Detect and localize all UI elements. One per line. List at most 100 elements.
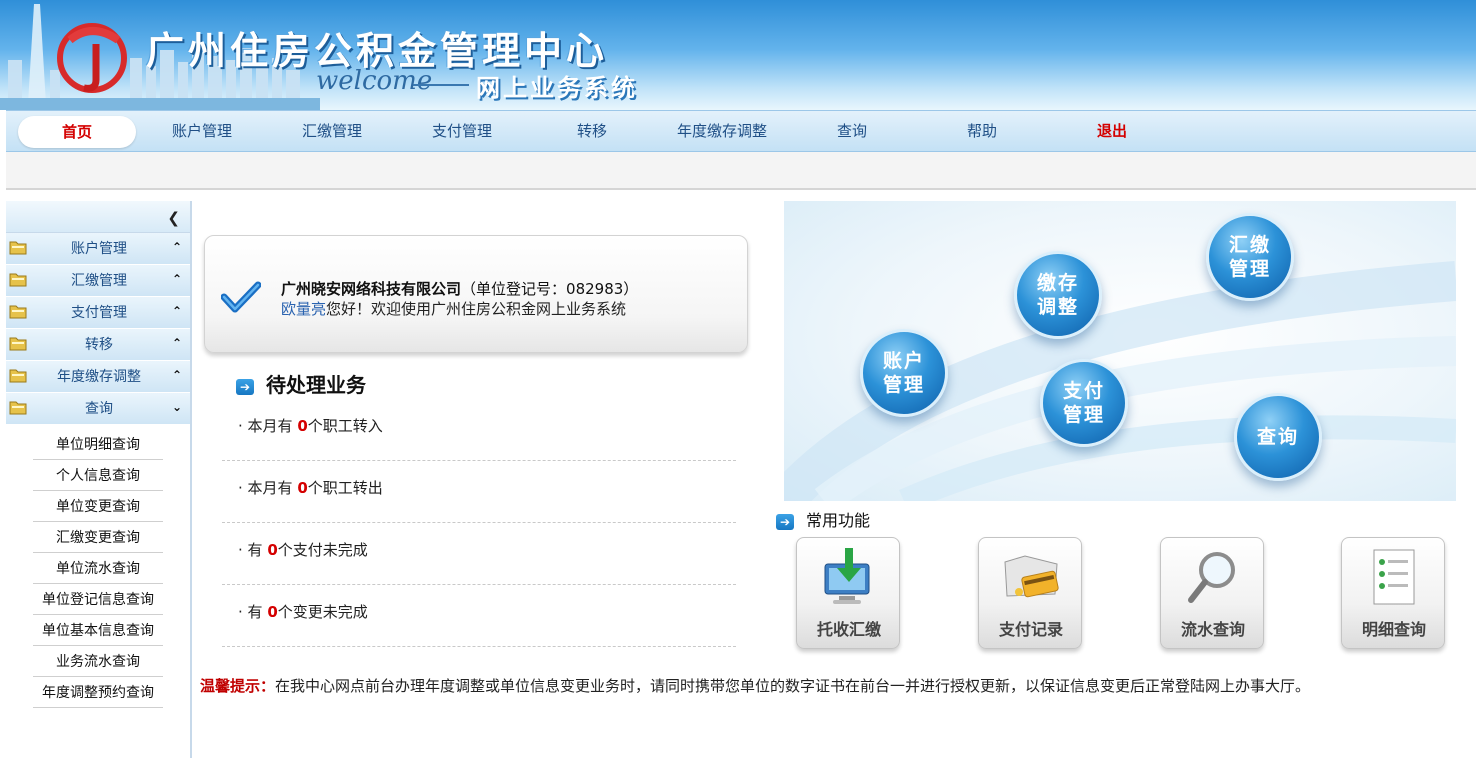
common-functions-title: ➔ 常用功能: [776, 507, 870, 531]
pending-title-text: 待处理业务: [266, 373, 366, 397]
banner-divider: [413, 84, 469, 86]
sidebar-item-personal-info-query[interactable]: 个人信息查询: [33, 460, 163, 491]
checklist-icon: [1373, 549, 1415, 605]
company-name: 广州晓安网络科技有限公司: [281, 280, 462, 298]
banner-welcome: welcome: [316, 66, 433, 96]
top-nav: 首页 账户管理 汇缴管理 支付管理 转移 年度缴存调整 查询 帮助 退出: [6, 110, 1476, 152]
header-banner: 广州住房公积金管理中心 welcome 网上业务系统: [0, 0, 1476, 110]
greeting-text: 您好！欢迎使用广州住房公积金网上业务系统: [326, 300, 627, 318]
sidebar: ❮ 账户管理 ⌃ 汇缴管理 ⌃ 支付管理 ⌃ 转移 ⌃ 年度缴存调整 ⌃ 查询 …: [6, 201, 192, 758]
chevron-up-icon: ⌃: [171, 272, 182, 286]
nav-transfer[interactable]: 转移: [533, 111, 651, 153]
magnifier-icon: [1188, 552, 1235, 603]
chevron-up-icon: ⌃: [171, 304, 182, 318]
main-content: 广州晓安网络科技有限公司（单位登记号：082983） 欧量亮您好！欢迎使用广州住…: [198, 201, 1476, 758]
sidebar-item-unit-registration-query[interactable]: 单位登记信息查询: [33, 584, 163, 615]
diagram-payment-management-button[interactable]: 支付 管理: [1040, 359, 1128, 447]
sidebar-group-annual-adjustment[interactable]: 年度缴存调整 ⌃: [6, 361, 190, 393]
arrow-right-icon: ➔: [236, 378, 254, 395]
pending-suffix: 个支付未完成: [277, 541, 368, 559]
nav-annual-adjustment[interactable]: 年度缴存调整: [663, 111, 781, 153]
sidebar-item-annual-appointment-query[interactable]: 年度调整预约查询: [33, 677, 163, 708]
sidebar-item-unit-detail-query[interactable]: 单位明细查询: [33, 429, 163, 460]
diagram-account-management-button[interactable]: 账户 管理: [860, 329, 948, 417]
sidebar-group-label: 账户管理: [71, 241, 127, 257]
sidebar-group-label: 年度缴存调整: [57, 369, 141, 385]
welcome-card: 广州晓安网络科技有限公司（单位登记号：082983） 欧量亮您好！欢迎使用广州住…: [204, 235, 748, 353]
flow-query-button[interactable]: 流水查询: [1160, 537, 1264, 649]
reg-suffix: ）: [623, 280, 639, 298]
bubble-label: 汇缴 管理: [1228, 234, 1271, 280]
pending-prefix: · 有: [238, 603, 268, 621]
sidebar-group-label: 查询: [85, 401, 113, 417]
button-label: 明细查询: [1361, 620, 1426, 639]
function-diagram: 汇缴 管理 缴存 调整 账户 管理 支付 管理 查询: [784, 201, 1456, 501]
sidebar-item-business-flow-query[interactable]: 业务流水查询: [33, 646, 163, 677]
pending-row: · 有 0个变更未完成: [222, 585, 736, 647]
nav-logout[interactable]: 退出: [1053, 111, 1171, 153]
reg-prefix: （单位登记号：: [461, 280, 567, 298]
company-line: 广州晓安网络科技有限公司（单位登记号：082983）: [281, 278, 638, 299]
bubble-label: 缴存 调整: [1036, 272, 1079, 318]
sidebar-group-account-management[interactable]: 账户管理 ⌃: [6, 233, 190, 265]
common-title-text: 常用功能: [806, 511, 871, 530]
sidebar-group-query[interactable]: 查询 ⌄: [6, 393, 190, 425]
button-label: 托收汇缴: [816, 620, 881, 639]
registration-number: 082983: [566, 280, 624, 298]
bubble-label: 查询: [1256, 426, 1299, 448]
sidebar-item-unit-basic-info-query[interactable]: 单位基本信息查询: [33, 615, 163, 646]
pending-count[interactable]: 0: [297, 417, 307, 435]
sidebar-group-label: 转移: [85, 337, 113, 353]
pending-row: · 本月有 0个职工转出: [222, 461, 736, 523]
payment-records-button[interactable]: 支付记录: [978, 537, 1082, 649]
nav-payment-management[interactable]: 支付管理: [403, 111, 521, 153]
bubble-label: 账户 管理: [882, 350, 925, 396]
sidebar-item-remittance-change-query[interactable]: 汇缴变更查询: [33, 522, 163, 553]
sidebar-group-payment-management[interactable]: 支付管理 ⌃: [6, 297, 190, 329]
pending-count[interactable]: 0: [267, 603, 277, 621]
sidebar-group-label: 支付管理: [71, 305, 127, 321]
detail-query-button[interactable]: 明细查询: [1341, 537, 1445, 649]
pending-prefix: · 本月有: [238, 417, 298, 435]
pending-prefix: · 有: [238, 541, 268, 559]
sidebar-header: ❮: [6, 201, 190, 233]
sidebar-group-label: 汇缴管理: [71, 273, 127, 289]
bubble-label: 支付 管理: [1062, 380, 1105, 426]
diagram-deposit-adjustment-button[interactable]: 缴存 调整: [1014, 251, 1102, 339]
sub-toolbar: [6, 152, 1476, 190]
pending-suffix: 个职工转入: [307, 417, 383, 435]
sidebar-group-transfer[interactable]: 转移 ⌃: [6, 329, 190, 361]
banner-subtitle: 网上业务系统: [476, 74, 638, 102]
nav-home[interactable]: 首页: [18, 116, 136, 148]
chevron-up-icon: ⌃: [171, 336, 182, 350]
pending-prefix: · 本月有: [238, 479, 298, 497]
nav-help[interactable]: 帮助: [923, 111, 1041, 153]
tip-text: 在我中心网点前台办理年度调整或单位信息变更业务时，请同时携带您单位的数字证书在前…: [275, 677, 1311, 695]
pending-row: · 本月有 0个职工转入: [222, 399, 736, 461]
chevron-up-icon: ⌃: [171, 240, 182, 254]
pending-suffix: 个职工转出: [307, 479, 383, 497]
greeting-line: 欧量亮您好！欢迎使用广州住房公积金网上业务系统: [281, 298, 626, 319]
diagram-remittance-management-button[interactable]: 汇缴 管理: [1206, 213, 1294, 301]
chevron-up-icon: ⌃: [171, 368, 182, 382]
user-name: 欧量亮: [281, 300, 327, 318]
diagram-query-button[interactable]: 查询: [1234, 393, 1322, 481]
nav-remittance-management[interactable]: 汇缴管理: [273, 111, 391, 153]
pending-count[interactable]: 0: [297, 479, 307, 497]
pending-count[interactable]: 0: [267, 541, 277, 559]
collection-remittance-button[interactable]: 托收汇缴: [796, 537, 900, 649]
card-folder-icon: [1004, 555, 1059, 598]
button-label: 支付记录: [998, 620, 1063, 639]
sidebar-item-unit-change-query[interactable]: 单位变更查询: [33, 491, 163, 522]
nav-account-management[interactable]: 账户管理: [143, 111, 261, 153]
sidebar-group-remittance-management[interactable]: 汇缴管理 ⌃: [6, 265, 190, 297]
tip-label: 温馨提示：: [200, 677, 276, 695]
sidebar-item-unit-flow-query[interactable]: 单位流水查询: [33, 553, 163, 584]
pending-section-title: ➔ 待处理业务: [236, 369, 366, 398]
pending-row: · 有 0个支付未完成: [222, 523, 736, 585]
collapse-sidebar-icon[interactable]: ❮: [167, 209, 180, 227]
chevron-down-icon: ⌄: [171, 400, 182, 414]
query-submenu: 单位明细查询 个人信息查询 单位变更查询 汇缴变更查询 单位流水查询 单位登记信…: [6, 425, 190, 708]
nav-query[interactable]: 查询: [793, 111, 911, 153]
pending-suffix: 个变更未完成: [277, 603, 368, 621]
